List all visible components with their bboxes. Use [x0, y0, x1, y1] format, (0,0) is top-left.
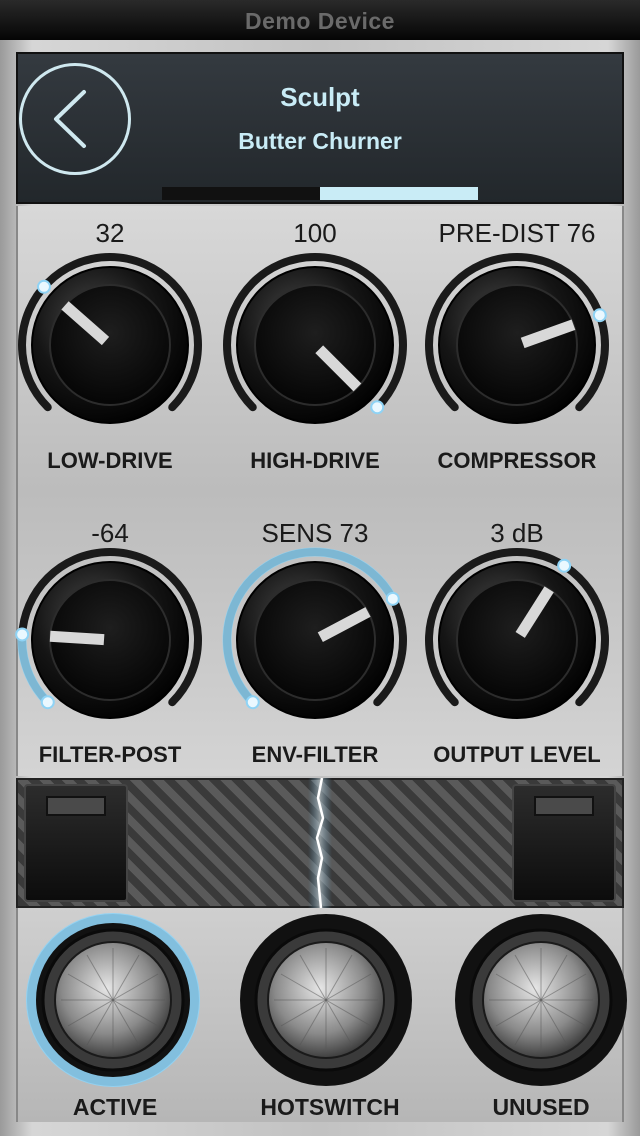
filter-post-knob[interactable]	[15, 545, 205, 735]
filter-post-label: FILTER-POST	[38, 742, 182, 767]
back-chevron-icon	[54, 90, 86, 148]
page-indicator-1[interactable]	[162, 187, 320, 200]
high-drive-value: 100	[293, 218, 337, 248]
left-switch-block	[24, 784, 128, 902]
output-level-label: OUTPUT LEVEL	[433, 742, 601, 767]
env-filter-label: ENV-FILTER	[251, 742, 379, 767]
compressor-value: PRE-DIST 76	[438, 218, 596, 248]
effect-title: Sculpt	[280, 82, 360, 112]
signal-bolt-icon	[308, 778, 332, 908]
high-drive-knob[interactable]	[220, 250, 410, 440]
unused-footswitch[interactable]	[451, 910, 631, 1090]
active-footswitch[interactable]	[23, 910, 203, 1090]
env-filter-knob[interactable]	[220, 545, 410, 735]
low-drive-value: 32	[95, 218, 125, 248]
unused-label: UNUSED	[492, 1094, 590, 1120]
compressor-label: COMPRESSOR	[437, 448, 597, 473]
low-drive-knob[interactable]	[15, 250, 205, 440]
output-level-knob[interactable]	[422, 545, 612, 735]
low-drive-label: LOW-DRIVE	[47, 448, 173, 473]
active-label: ACTIVE	[72, 1094, 158, 1120]
compressor-knob[interactable]	[422, 250, 612, 440]
effect-subtitle: Butter Churner	[238, 128, 402, 154]
page-indicator-2[interactable]	[320, 187, 478, 200]
hotswitch-footswitch[interactable]	[236, 910, 416, 1090]
device-name: Demo Device	[245, 8, 395, 34]
hotswitch-label: HOTSWITCH	[260, 1094, 400, 1120]
status-bar: Demo Device	[0, 0, 640, 40]
high-drive-label: HIGH-DRIVE	[250, 448, 380, 473]
right-switch-block	[512, 784, 616, 902]
back-button[interactable]	[19, 63, 131, 175]
